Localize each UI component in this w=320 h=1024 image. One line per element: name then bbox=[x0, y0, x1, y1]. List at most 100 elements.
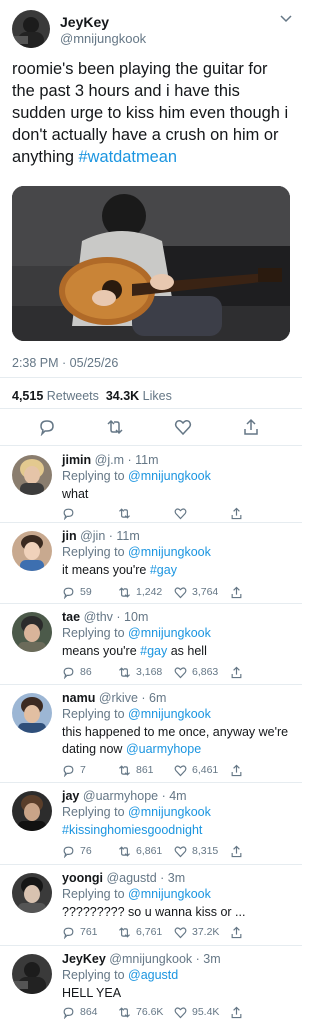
retweet-button[interactable]: 1,242 bbox=[118, 584, 162, 600]
avatar[interactable] bbox=[12, 10, 50, 48]
retweet-count: 3,168 bbox=[136, 666, 163, 678]
reply-button[interactable]: 864 bbox=[62, 1004, 98, 1020]
avatar[interactable] bbox=[12, 873, 52, 913]
reply-tweet[interactable]: jimin @j.m · 11m Replying to @mnijungkoo… bbox=[0, 447, 302, 522]
reply-time[interactable]: 10m bbox=[124, 610, 148, 624]
like-button[interactable]: 6,461 bbox=[174, 762, 218, 778]
reply-header: JeyKey @mnijungkook · 3m bbox=[62, 952, 221, 966]
display-name[interactable]: jay bbox=[62, 789, 79, 803]
mention-link[interactable]: @mnijungkook bbox=[128, 545, 211, 559]
retweet-count[interactable]: 4,515 bbox=[12, 389, 43, 403]
share-button[interactable] bbox=[230, 505, 248, 521]
like-count[interactable]: 34.3K bbox=[106, 389, 139, 403]
reply-button[interactable]: 7 bbox=[62, 762, 86, 778]
display-name[interactable]: tae bbox=[62, 610, 80, 624]
display-name[interactable]: namu bbox=[62, 691, 95, 705]
chevron-down-icon[interactable] bbox=[280, 14, 292, 24]
like-button[interactable]: 95.4K bbox=[174, 1004, 219, 1020]
hashtag-link[interactable]: #kissinghomiesgoodnight bbox=[62, 823, 202, 837]
reply-icon[interactable] bbox=[38, 418, 56, 436]
reply-header: jay @uarmyhope · 4m bbox=[62, 789, 187, 803]
display-name[interactable]: JeyKey bbox=[62, 952, 106, 966]
share-icon bbox=[231, 586, 242, 598]
mention-link[interactable]: @mnijungkook bbox=[128, 626, 211, 640]
handle[interactable]: @thv bbox=[84, 610, 113, 624]
reply-button[interactable] bbox=[62, 505, 80, 521]
handle[interactable]: @rkive bbox=[99, 691, 138, 705]
retweet-button[interactable]: 6,861 bbox=[118, 843, 162, 859]
display-name[interactable]: yoongi bbox=[62, 871, 103, 885]
mention-link[interactable]: @agustd bbox=[128, 968, 178, 982]
reply-icon bbox=[63, 927, 74, 939]
reply-button[interactable]: 59 bbox=[62, 584, 92, 600]
avatar[interactable] bbox=[12, 954, 52, 994]
handle[interactable]: @jin bbox=[80, 529, 105, 543]
share-button[interactable] bbox=[230, 1004, 248, 1020]
handle[interactable]: @uarmyhope bbox=[83, 789, 158, 803]
reply-time[interactable]: 6m bbox=[149, 691, 166, 705]
avatar[interactable] bbox=[12, 455, 52, 495]
retweet-button[interactable]: 6,761 bbox=[118, 924, 162, 940]
reply-tweet[interactable]: jin @jin · 11m Replying to @mnijungkook … bbox=[0, 523, 302, 603]
share-button[interactable] bbox=[230, 843, 248, 859]
reply-tweet[interactable]: namu @rkive · 6m Replying to @mnijungkoo… bbox=[0, 685, 302, 782]
reply-time[interactable]: 4m bbox=[169, 789, 186, 803]
reply-time[interactable]: 3m bbox=[168, 871, 185, 885]
display-name[interactable]: jin bbox=[62, 529, 77, 543]
avatar[interactable] bbox=[12, 531, 52, 571]
retweet-icon bbox=[119, 586, 130, 598]
share-button[interactable] bbox=[230, 664, 248, 680]
hashtag-link[interactable]: #gay bbox=[140, 644, 167, 658]
mention-link[interactable]: @mnijungkook bbox=[128, 805, 211, 819]
hashtag-link[interactable]: #gay bbox=[150, 563, 177, 577]
mention-link[interactable]: @uarmyhope bbox=[126, 742, 201, 756]
retweet-button[interactable]: 861 bbox=[118, 762, 154, 778]
share-button[interactable] bbox=[230, 924, 248, 940]
share-icon[interactable] bbox=[242, 418, 260, 436]
like-icon bbox=[174, 507, 187, 519]
share-icon bbox=[231, 764, 242, 776]
share-icon bbox=[231, 1006, 242, 1018]
like-icon[interactable] bbox=[174, 418, 192, 436]
avatar[interactable] bbox=[12, 693, 52, 733]
share-button[interactable] bbox=[230, 584, 248, 600]
avatar[interactable] bbox=[12, 612, 52, 652]
likes-label[interactable]: Likes bbox=[143, 389, 172, 403]
reply-tweet[interactable]: tae @thv · 10m Replying to @mnijungkook … bbox=[0, 604, 302, 684]
hashtag-link[interactable]: #watdatmean bbox=[79, 148, 177, 166]
reply-tweet[interactable]: jay @uarmyhope · 4m Replying to @mnijung… bbox=[0, 783, 302, 864]
mention-link[interactable]: @mnijungkook bbox=[128, 887, 211, 901]
timestamp[interactable]: 2:38 PM · 05/25/26 bbox=[12, 356, 118, 370]
reply-tweet[interactable]: JeyKey @mnijungkook · 3m Replying to @ag… bbox=[0, 946, 302, 1024]
reply-button[interactable]: 761 bbox=[62, 924, 98, 940]
retweet-button[interactable]: 76.6K bbox=[118, 1004, 163, 1020]
like-button[interactable]: 6,863 bbox=[174, 664, 218, 680]
retweet-button[interactable] bbox=[118, 505, 136, 521]
handle[interactable]: @agustd bbox=[106, 871, 156, 885]
reply-tweet[interactable]: yoongi @agustd · 3m Replying to @mnijung… bbox=[0, 865, 302, 945]
tweet-photo[interactable] bbox=[12, 186, 290, 341]
handle[interactable]: @mnijungkook bbox=[109, 952, 192, 966]
retweet-icon bbox=[119, 666, 130, 678]
reply-button[interactable]: 86 bbox=[62, 664, 92, 680]
like-button[interactable] bbox=[174, 505, 192, 521]
mention-link[interactable]: @mnijungkook bbox=[128, 469, 211, 483]
reply-time[interactable]: 3m bbox=[203, 952, 220, 966]
display-name[interactable]: jimin bbox=[62, 453, 91, 467]
handle[interactable]: @j.m bbox=[95, 453, 124, 467]
retweets-label[interactable]: Retweets bbox=[47, 389, 99, 403]
reply-time[interactable]: 11m bbox=[135, 453, 158, 467]
like-button[interactable]: 3,764 bbox=[174, 584, 218, 600]
avatar[interactable] bbox=[12, 791, 52, 831]
mention-link[interactable]: @mnijungkook bbox=[128, 707, 211, 721]
retweet-button[interactable]: 3,168 bbox=[118, 664, 162, 680]
reply-time[interactable]: 11m bbox=[116, 529, 139, 543]
share-button[interactable] bbox=[230, 762, 248, 778]
reply-button[interactable]: 76 bbox=[62, 843, 92, 859]
like-button[interactable]: 8,315 bbox=[174, 843, 218, 859]
share-icon bbox=[231, 507, 242, 519]
retweet-icon[interactable] bbox=[106, 418, 124, 436]
like-button[interactable]: 37.2K bbox=[174, 924, 219, 940]
display-name[interactable]: JeyKey bbox=[60, 14, 109, 30]
handle[interactable]: @mnijungkook bbox=[60, 31, 146, 46]
